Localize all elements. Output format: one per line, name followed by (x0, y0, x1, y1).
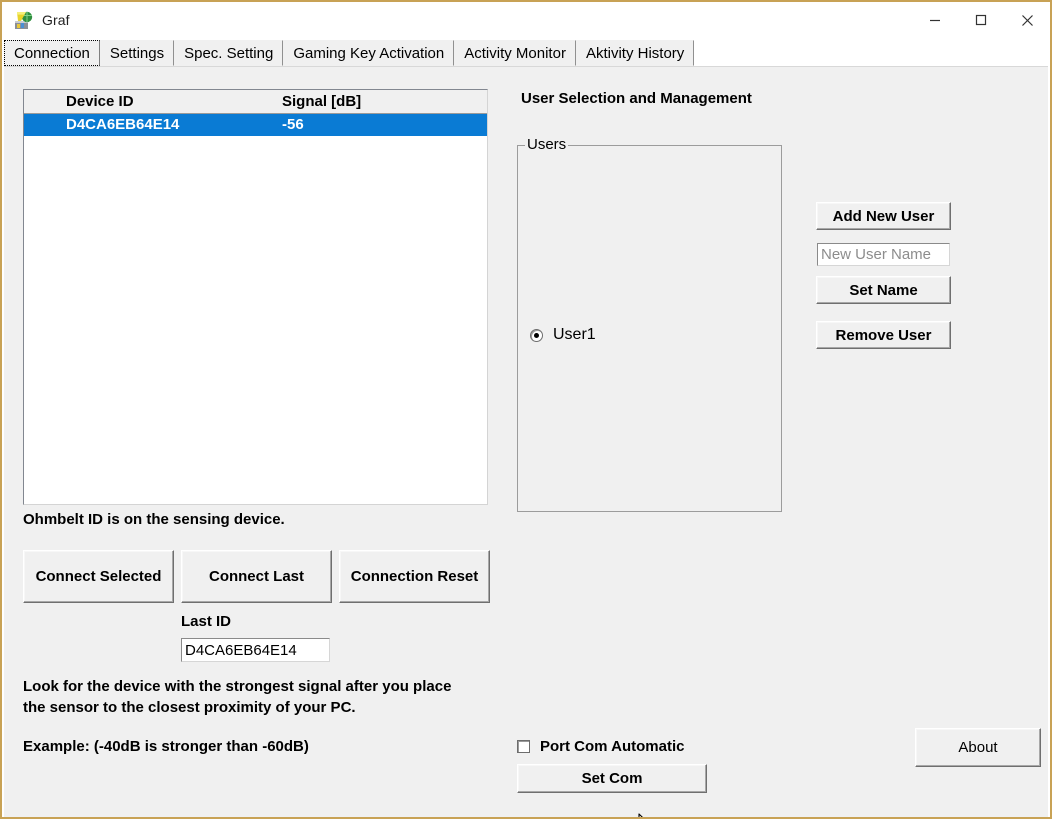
last-id-label: Last ID (181, 613, 232, 630)
tab-label: Spec. Setting (184, 44, 274, 62)
window-controls (912, 2, 1050, 38)
window-title: Graf (42, 12, 70, 28)
tab-strip: Connection Settings Spec. Setting Gaming… (4, 40, 1048, 66)
tab-gaming-key-activation[interactable]: Gaming Key Activation (283, 40, 455, 66)
signal-example: Example: (-40dB is stronger than -60dB) (23, 738, 309, 755)
tab-panel-connection: Device ID Signal [dB] D4CA6EB64E14 -56 O… (4, 66, 1048, 817)
set-com-button[interactable]: Set Com (517, 764, 707, 793)
signal-hint-line-1: Look for the device with the strongest s… (23, 678, 452, 695)
users-group-box: Users User1 (517, 136, 782, 512)
user-radio-row[interactable]: User1 (530, 326, 596, 344)
maximize-icon[interactable] (958, 2, 1004, 38)
cell-signal: -56 (282, 116, 304, 133)
connect-selected-button[interactable]: Connect Selected (23, 550, 174, 603)
connect-last-button[interactable]: Connect Last (181, 550, 332, 603)
signal-hint-line-2: the sensor to the closest proximity of y… (23, 699, 356, 716)
table-row[interactable]: D4CA6EB64E14 -56 (24, 114, 487, 136)
tab-activity-monitor[interactable]: Activity Monitor (454, 40, 576, 66)
ohmbelt-hint: Ohmbelt ID is on the sensing device. (23, 511, 285, 528)
tab-label: Gaming Key Activation (293, 44, 445, 62)
users-group-legend: Users (525, 136, 569, 153)
port-com-automatic-checkbox[interactable] (517, 740, 530, 753)
remove-user-button[interactable]: Remove User (816, 321, 951, 349)
port-com-automatic-row[interactable]: Port Com Automatic (517, 738, 684, 755)
tab-label: Aktivity History (585, 44, 685, 62)
close-icon[interactable] (1004, 2, 1050, 38)
tab-settings[interactable]: Settings (99, 40, 175, 66)
user-panel-heading: User Selection and Management (521, 90, 752, 107)
radio-user1[interactable] (530, 328, 543, 342)
set-name-button[interactable]: Set Name (816, 276, 951, 304)
add-new-user-button[interactable]: Add New User (816, 202, 951, 230)
tab-aktivity-history[interactable]: Aktivity History (575, 40, 695, 66)
tab-connection[interactable]: Connection (4, 40, 100, 66)
cell-device-id: D4CA6EB64E14 (66, 116, 180, 133)
app-chart-icon (14, 10, 34, 30)
tab-spec-setting[interactable]: Spec. Setting (174, 40, 284, 66)
last-id-input[interactable] (181, 638, 330, 662)
tab-label: Activity Monitor (464, 44, 566, 62)
port-com-automatic-label: Port Com Automatic (540, 738, 685, 755)
mouse-cursor (638, 813, 652, 817)
tab-label: Settings (109, 44, 165, 62)
title-bar: Graf (2, 2, 1050, 38)
tab-label: Connection (14, 44, 90, 62)
column-header-signal: Signal [dB] (282, 93, 362, 110)
connection-reset-button[interactable]: Connection Reset (339, 550, 490, 603)
about-button[interactable]: About (915, 728, 1041, 767)
column-header-device-id: Device ID (66, 93, 134, 110)
minimize-icon[interactable] (912, 2, 958, 38)
new-user-name-input[interactable] (817, 243, 950, 266)
application-window: Graf Connection Settings Spec. Setting G… (0, 0, 1052, 819)
user-label: User1 (553, 326, 596, 343)
device-list-header: Device ID Signal [dB] (24, 90, 487, 114)
device-list[interactable]: Device ID Signal [dB] D4CA6EB64E14 -56 (23, 89, 488, 505)
